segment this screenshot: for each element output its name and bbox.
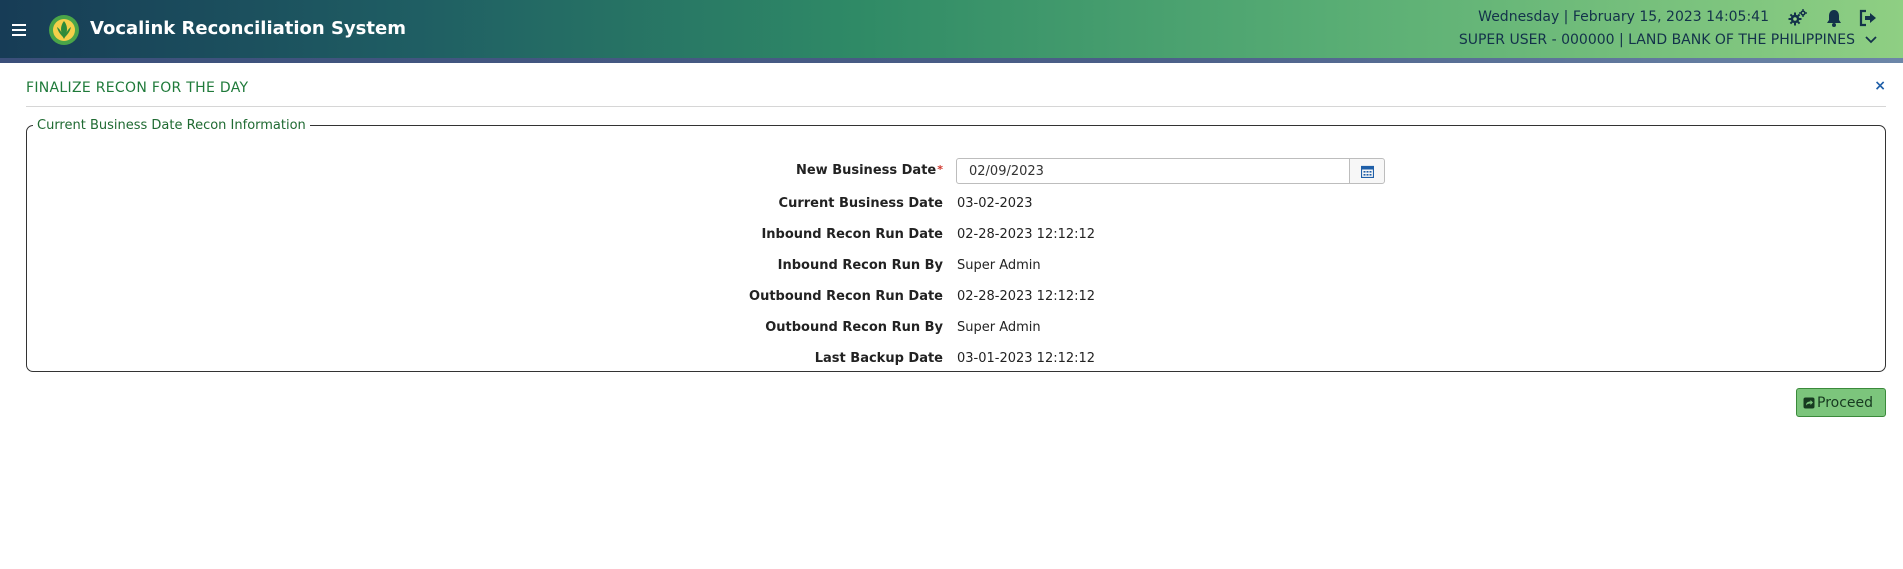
settings-icon[interactable] (1788, 8, 1808, 28)
field-value: 02-28-2023 12:12:12 (957, 289, 1096, 304)
field-label: Outbound Recon Run Date (749, 289, 943, 304)
recon-info-panel: Current Business Date Recon Information … (26, 118, 1886, 372)
field-value: 02-28-2023 12:12:12 (957, 227, 1096, 242)
field-label: Last Backup Date (814, 351, 943, 366)
field-label: Inbound Recon Run Date (761, 227, 943, 242)
panel-legend: Current Business Date Recon Information (37, 118, 306, 133)
new-business-date-input[interactable] (956, 158, 1350, 184)
page-header: FINALIZE RECON FOR THE DAY × (26, 78, 1886, 107)
field-value: 03-02-2023 (957, 196, 1033, 211)
field-label: New Business Date* (795, 163, 943, 178)
top-navbar: Vocalink Reconciliation System Wednesday… (0, 0, 1903, 58)
header-datetime: Wednesday | February 15, 2023 14:05:41 (1478, 9, 1769, 25)
field-row-outbound-recon-run-date: Outbound Recon Run Date 02-28-2023 12:12… (27, 287, 1885, 307)
page-title: FINALIZE RECON FOR THE DAY (26, 80, 249, 96)
field-row-new-business-date: New Business Date* (27, 158, 1885, 184)
share-square-icon (1803, 397, 1815, 408)
proceed-button-label: Proceed (1817, 394, 1874, 411)
field-label: Inbound Recon Run By (777, 258, 943, 273)
field-row-outbound-recon-run-by: Outbound Recon Run By Super Admin (27, 318, 1885, 338)
calendar-icon (1361, 165, 1374, 178)
field-row-current-business-date: Current Business Date 03-02-2023 (27, 194, 1885, 214)
field-value: Super Admin (957, 320, 1041, 335)
close-icon[interactable]: × (1874, 78, 1886, 94)
calendar-button[interactable] (1349, 158, 1385, 184)
app-title: Vocalink Reconciliation System (90, 18, 406, 39)
field-label: Current Business Date (778, 196, 943, 211)
logout-icon[interactable] (1858, 8, 1878, 28)
bell-icon[interactable] (1824, 8, 1844, 28)
field-row-inbound-recon-run-date: Inbound Recon Run Date 02-28-2023 12:12:… (27, 225, 1885, 245)
menu-icon[interactable] (12, 24, 26, 36)
field-value: 03-01-2023 12:12:12 (957, 351, 1096, 366)
field-value: Super Admin (957, 258, 1041, 273)
chevron-down-icon[interactable] (1864, 35, 1878, 45)
required-marker: * (937, 163, 943, 176)
user-info[interactable]: SUPER USER - 000000 | LAND BANK OF THE P… (1459, 32, 1855, 48)
navbar-divider (0, 58, 1903, 63)
field-row-inbound-recon-run-by: Inbound Recon Run By Super Admin (27, 256, 1885, 276)
proceed-button[interactable]: Proceed (1796, 388, 1886, 417)
field-row-last-backup-date: Last Backup Date 03-01-2023 12:12:12 (27, 349, 1885, 369)
field-label: Outbound Recon Run By (765, 320, 943, 335)
logo-icon (49, 15, 79, 45)
